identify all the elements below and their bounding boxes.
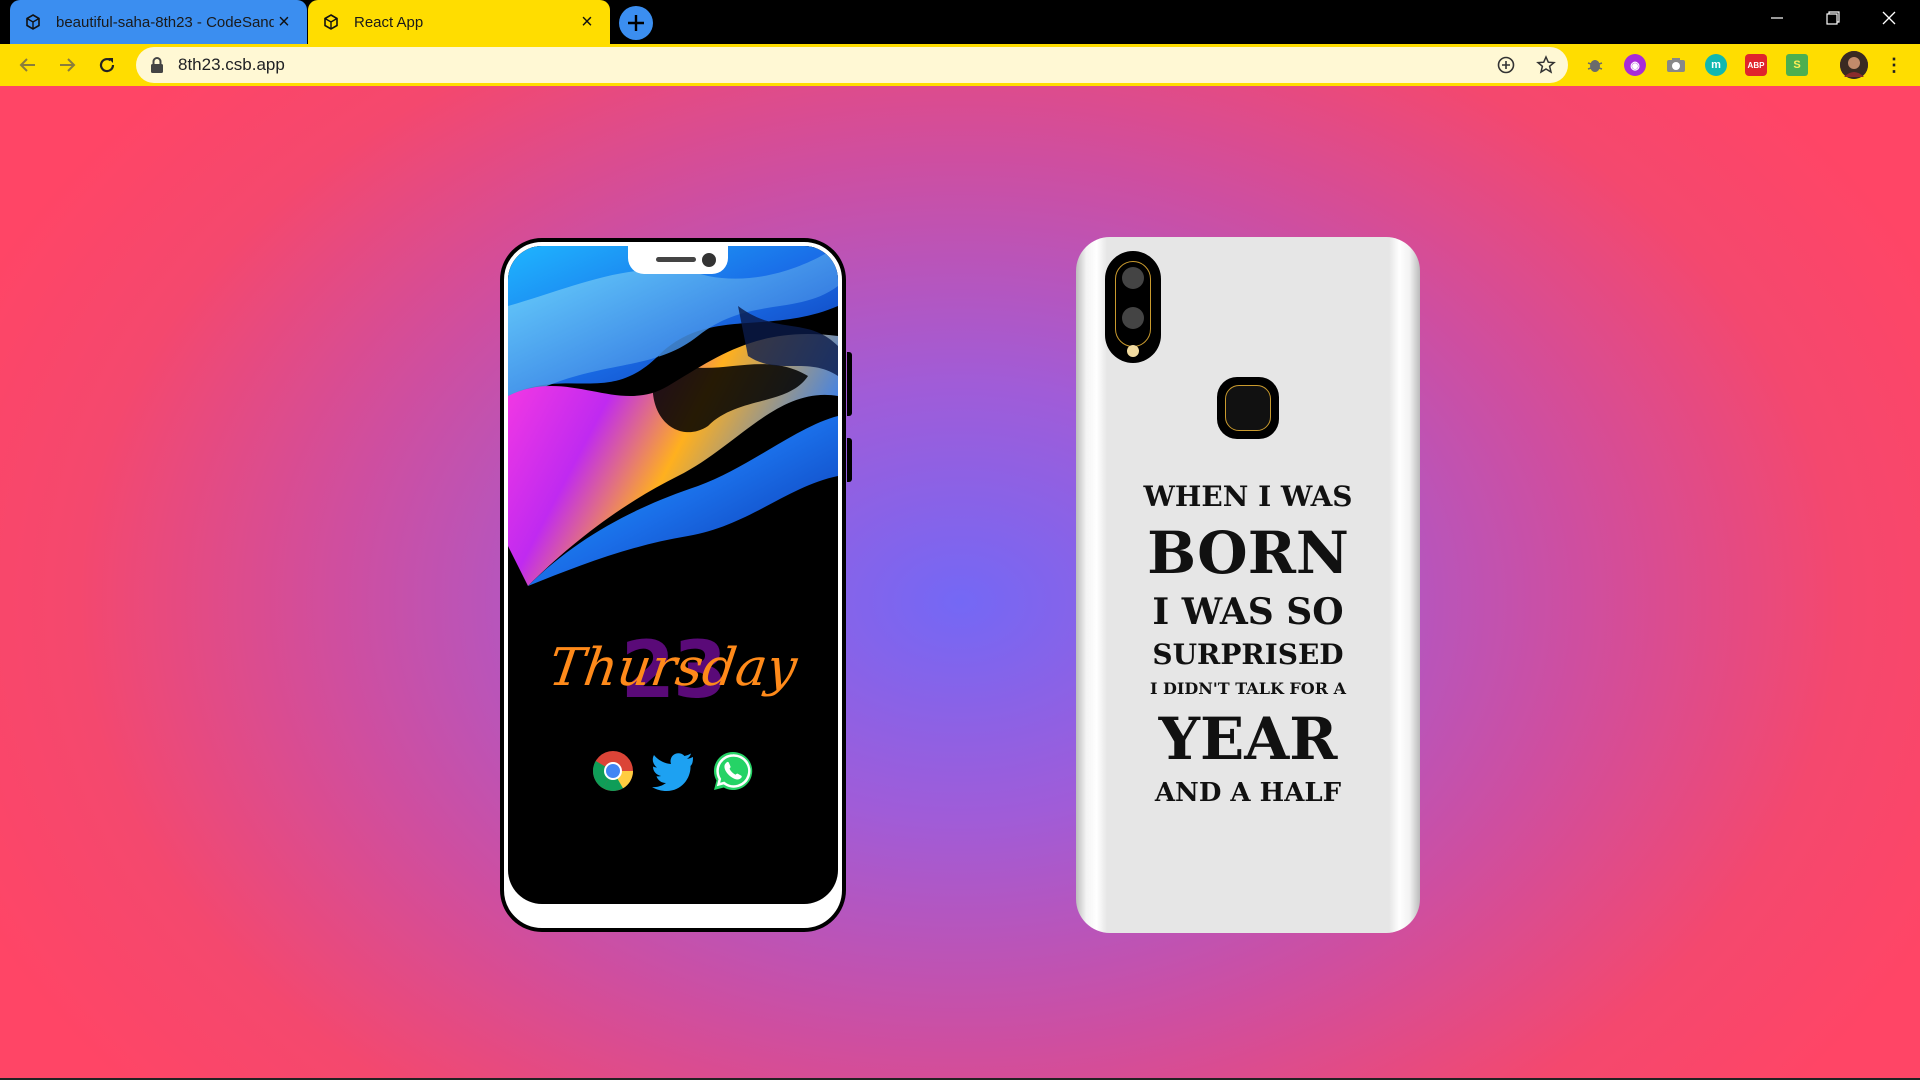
wallpaper-image bbox=[508, 246, 838, 606]
bug-icon[interactable] bbox=[1584, 54, 1606, 76]
reload-button[interactable] bbox=[91, 49, 123, 81]
tab-title: React App bbox=[354, 13, 424, 31]
front-camera bbox=[702, 253, 716, 267]
twitter-icon[interactable] bbox=[650, 748, 696, 794]
quote-line: AND A HALF bbox=[1154, 778, 1342, 808]
rear-camera-module bbox=[1105, 251, 1161, 363]
chrome-icon[interactable] bbox=[590, 748, 636, 794]
quote-line: WHEN I WAS bbox=[1143, 480, 1353, 513]
minimize-icon bbox=[1771, 17, 1783, 19]
speaker bbox=[656, 257, 696, 262]
add-to-page-icon[interactable] bbox=[1494, 53, 1518, 77]
app-dock bbox=[508, 748, 838, 796]
fingerprint-sensor bbox=[1217, 377, 1279, 439]
tab-close-icon[interactable]: × bbox=[576, 11, 598, 33]
arrow-right-icon bbox=[60, 58, 76, 72]
lock-icon bbox=[150, 56, 164, 79]
quote-line: I DIDN'T TALK FOR A bbox=[1149, 679, 1347, 698]
quote-line: BORN bbox=[1147, 519, 1349, 587]
avatar[interactable] bbox=[1840, 51, 1868, 79]
close-icon bbox=[1882, 11, 1896, 25]
close-window-button[interactable] bbox=[1869, 4, 1909, 34]
camera-lens bbox=[1122, 307, 1144, 329]
purple-extension-icon[interactable]: ◉ bbox=[1624, 54, 1646, 76]
camera-flash bbox=[1127, 345, 1139, 357]
bookmark-star-icon[interactable] bbox=[1534, 53, 1558, 77]
tab-codesandbox[interactable]: beautiful-saha-8th23 - CodeSandbox × bbox=[10, 0, 307, 44]
fingerprint-pad bbox=[1225, 385, 1271, 431]
forward-button[interactable] bbox=[51, 49, 83, 81]
phone-screen: 23 Thursday bbox=[508, 246, 838, 904]
back-button[interactable] bbox=[12, 49, 44, 81]
restore-icon bbox=[1826, 11, 1840, 25]
quote-line: SURPRISED bbox=[1152, 638, 1344, 671]
tab-close-icon[interactable]: × bbox=[273, 11, 295, 33]
plus-icon bbox=[628, 15, 644, 31]
camera-lens bbox=[1122, 267, 1144, 289]
day-name: Thursday bbox=[545, 638, 801, 698]
quote-line: I WAS SO bbox=[1152, 591, 1344, 633]
side-button bbox=[847, 352, 852, 416]
adblock-icon[interactable]: ABP bbox=[1745, 54, 1767, 76]
date-widget: 23 Thursday bbox=[508, 620, 838, 720]
whatsapp-icon[interactable] bbox=[710, 748, 756, 794]
codesandbox-favicon-icon bbox=[24, 13, 42, 31]
back-phone: WHEN I WAS BORN I WAS SO SURPRISED I DID… bbox=[1076, 237, 1420, 933]
arrow-left-icon bbox=[19, 58, 35, 72]
new-tab-button[interactable] bbox=[619, 6, 653, 40]
browser-toolbar: 8th23.csb.app ◉ m ABP S ⋮ bbox=[0, 44, 1920, 86]
quote-line: YEAR bbox=[1158, 705, 1338, 773]
codesandbox-favicon-icon bbox=[322, 13, 340, 31]
s-extension-icon[interactable]: S bbox=[1786, 54, 1808, 76]
url-text: 8th23.csb.app bbox=[178, 55, 285, 74]
minimize-button[interactable] bbox=[1757, 4, 1797, 34]
tab-react-app[interactable]: React App × bbox=[308, 0, 610, 44]
browser-title-bar: beautiful-saha-8th23 - CodeSandbox × Rea… bbox=[0, 0, 1920, 44]
camera-icon[interactable] bbox=[1665, 54, 1687, 76]
teal-extension-icon[interactable]: m bbox=[1705, 54, 1727, 76]
tab-title: beautiful-saha-8th23 - CodeSandbox bbox=[56, 13, 274, 31]
front-phone: 23 Thursday bbox=[500, 238, 852, 932]
screen-notch bbox=[628, 246, 728, 274]
back-quote: WHEN I WAS BORN I WAS SO SURPRISED I DID… bbox=[1076, 477, 1420, 811]
app-page: 23 Thursday WHEN I WAS BORN I WAS SO SUR… bbox=[0, 86, 1920, 1078]
restore-button[interactable] bbox=[1813, 4, 1853, 34]
reload-icon bbox=[99, 57, 115, 73]
menu-kebab-icon[interactable]: ⋮ bbox=[1883, 54, 1905, 76]
side-button bbox=[847, 438, 852, 482]
address-bar[interactable]: 8th23.csb.app bbox=[136, 47, 1568, 83]
